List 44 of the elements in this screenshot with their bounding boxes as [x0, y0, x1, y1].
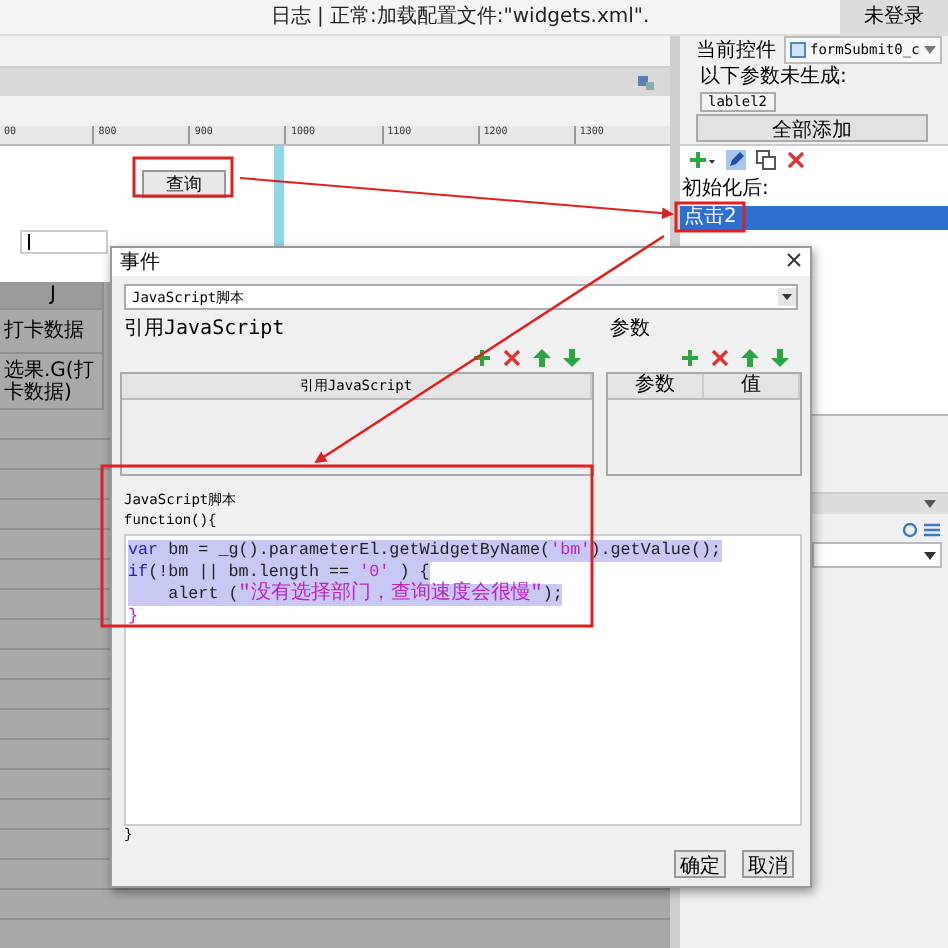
caret-icon [920, 547, 940, 563]
list-heading[interactable]: 初始化后: [680, 178, 948, 202]
pencil-icon[interactable] [726, 150, 746, 170]
arrow-down-icon[interactable] [562, 348, 582, 368]
menu-icon[interactable] [924, 522, 940, 538]
login-status[interactable]: 未登录 [840, 0, 948, 34]
close-icon [786, 252, 802, 268]
params-label: 以下参数未生成: [698, 64, 849, 92]
arrow-up-icon[interactable] [740, 348, 760, 368]
column-header: 值 [704, 374, 800, 398]
cancel-button[interactable]: 取消 [742, 850, 794, 878]
toolbar-icon[interactable] [638, 74, 654, 90]
plus-icon[interactable] [472, 348, 492, 368]
code-editor[interactable]: var bm = _g().parameterEl.getWidgetByName('bm').getValue(); if(!bm || bm.length == '0' ) { alert ("没有选择部门，查询速度会很慢"); } [124, 534, 802, 826]
dropdown-field[interactable] [812, 542, 942, 568]
arrow-down-icon[interactable] [770, 348, 790, 368]
code-line: } [128, 606, 139, 628]
input-field[interactable] [20, 230, 108, 254]
delete-icon[interactable] [786, 150, 806, 170]
plus-icon[interactable] [680, 348, 700, 368]
group-label: 参数 [608, 315, 652, 342]
refresh-icon[interactable] [902, 522, 918, 538]
status-message: 日志 | 正常:加载配置文件:"widgets.xml". [268, 3, 652, 32]
caret-icon [778, 288, 796, 306]
arrow-up-icon[interactable] [532, 348, 552, 368]
copy-icon[interactable] [756, 150, 776, 170]
ok-button[interactable]: 确定 [674, 850, 726, 878]
delete-icon[interactable] [502, 348, 522, 368]
caret-icon [923, 46, 936, 54]
highlight-frame [132, 156, 234, 198]
field-label: 当前控件 [696, 37, 776, 64]
widget-icon [790, 42, 806, 58]
query-button[interactable]: 查询 [142, 170, 226, 198]
event-item[interactable]: 点击2 [680, 206, 948, 230]
highlight-frame [674, 201, 746, 233]
table-cell: 打卡数据 [0, 310, 104, 354]
column-header: J [0, 282, 104, 310]
dialog-title: 事件 [120, 249, 160, 276]
group-label: 引用JavaScript [122, 316, 287, 342]
add-menu-icon[interactable] [688, 150, 716, 170]
caret-icon[interactable] [924, 500, 936, 508]
column-header: 参数 [608, 374, 704, 398]
delete-icon[interactable] [710, 348, 730, 368]
add-all-button[interactable]: 全部添加 [696, 114, 928, 142]
